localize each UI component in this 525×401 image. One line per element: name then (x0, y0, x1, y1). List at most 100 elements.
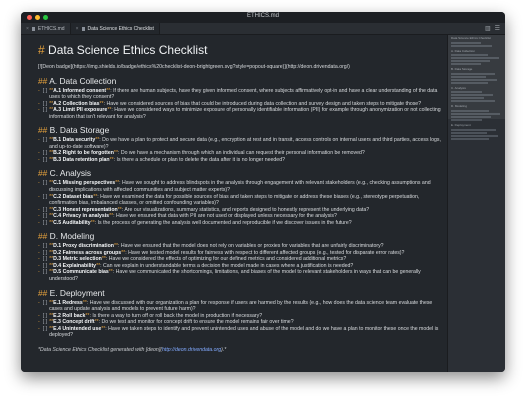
checklist-item-description: : Is there a schedule or plan to delete … (113, 156, 285, 163)
list-bullet: - (38, 325, 40, 332)
checklist-item-label: A.2 Collection bias (53, 100, 100, 107)
checklist-item-label: E.3 Concept drift (53, 319, 95, 326)
tab-label: Data Science Ethics Checklist (87, 25, 154, 32)
heading-marker: # (38, 43, 45, 57)
checklist-item-label: B.3 Data retention plan (53, 156, 110, 163)
checklist-item-label: E.1 Redress (53, 299, 83, 306)
list-bullet: - (38, 137, 40, 144)
checklist-item-text: **E.4 Unintended use**: Have we taken st… (49, 326, 443, 339)
section-heading-text: D. Modeling (49, 231, 95, 242)
list-bullet: - (38, 219, 40, 226)
checklist-item-description: : Have we examined the data for possible… (49, 193, 420, 207)
checklist-item-description: : Is there a way to turn off or roll bac… (89, 312, 263, 319)
checklist-item-label: E.2 Roll back (53, 312, 86, 319)
checklist-item-description: : Have we considered the effects of opti… (105, 256, 347, 263)
checklist-item[interactable]: -[ ] **C.5 Auditability**: Is the process… (38, 220, 443, 227)
minimap-viewport[interactable] (448, 35, 505, 119)
checklist-item[interactable]: -[ ] **C.1 Missing perspectives**: Have w… (38, 180, 443, 193)
list-bullet: - (38, 193, 40, 200)
list-bullet: - (38, 180, 40, 187)
list-bullet: - (38, 299, 40, 306)
checklist-item-description: : Do we test and monitor for concept dri… (98, 319, 294, 326)
outline-minimap[interactable]: Data Science Ethics Checklist A. Data Col… (447, 35, 505, 372)
checkbox-marker[interactable]: [ ] (43, 180, 47, 193)
checklist-item[interactable]: -[ ] **A.3 Limit PII exposure**: Have we … (38, 107, 443, 120)
checklist-item[interactable]: -[ ] **B.3 Data retention plan**: Is ther… (38, 157, 443, 164)
checklist-item-text: **C.1 Missing perspectives**: Have we so… (49, 180, 443, 193)
checkbox-marker[interactable]: [ ] (43, 137, 47, 150)
checklist-item-description: : Do we have a plan to protect and secur… (49, 137, 441, 150)
checklist-item-text: **C.2 Dataset bias**: Have we examined t… (49, 194, 443, 207)
footer-link[interactable]: http://deon.drivendata.org (162, 347, 221, 353)
checklist-item[interactable]: -[ ] **E.1 Redress**: Have we discussed w… (38, 300, 443, 313)
list-bullet: - (38, 107, 40, 114)
checklist-item-text: **D.5 Communicate bias**: Have we commun… (49, 269, 443, 282)
checklist-item-label: D.1 Proxy discrimination (53, 243, 114, 250)
checklist-item-description: : Can we explain in understandable terms… (100, 262, 354, 269)
checklist-item-label: A.1 Informed consent (53, 87, 107, 94)
list-bullet: - (38, 87, 40, 94)
minimap-line (451, 134, 498, 137)
checkbox-marker[interactable]: [ ] (43, 194, 47, 207)
sections: ## A. Data Collection -[ ] **A.1 Informed … (38, 76, 443, 339)
checklist-item-description: : Are our visualizations, summary statis… (121, 206, 370, 213)
checklist-item-label: D.4 Explainability (53, 262, 97, 269)
split-view-icon[interactable]: ▥ (485, 25, 491, 32)
checklist-item[interactable]: -[ ] **D.5 Communicate bias**: Have we co… (38, 269, 443, 282)
minimap-line (451, 137, 489, 140)
checkbox-marker[interactable]: [ ] (43, 88, 47, 101)
doc-title-line: # Data Science Ethics Checklist (38, 43, 443, 58)
checklist-item[interactable]: -[ ] **E.4 Unintended use**: Have we take… (38, 326, 443, 339)
checklist-item[interactable]: -[ ] **A.1 Informed consent**: If there a… (38, 88, 443, 101)
doc-title: Data Science Ethics Checklist (48, 43, 208, 57)
checklist-item-label: B.2 Right to be forgotten (53, 150, 114, 157)
checklist-item-text: **A.3 Limit PII exposure**: Have we cons… (49, 107, 443, 120)
checklist-item-description: : Have we ensured that the model does no… (117, 243, 384, 250)
tab-bar: × ETHICS.md × Data Science Ethics Checkl… (21, 23, 505, 35)
editor-window: ETHICS.md × ETHICS.md × Data Science Eth… (21, 12, 505, 372)
footer-pre: *Data Science Ethics Checklist generated… (38, 346, 162, 353)
toolbar-right: ▥ ☰ (485, 25, 500, 32)
checklist-item-text: **A.1 Informed consent**: If there are h… (49, 88, 443, 101)
tab-checklist[interactable]: × Data Science Ethics Checklist (70, 23, 160, 34)
checklist-item-description: : Is the process of generating the analy… (94, 219, 352, 226)
checkbox-marker[interactable]: [ ] (43, 107, 47, 120)
checklist-item-label: D.3 Metric selection (53, 256, 102, 263)
file-icon (31, 26, 35, 31)
footer-line: *Data Science Ethics Checklist generated… (38, 347, 443, 354)
checkbox-marker[interactable]: [ ] (43, 300, 47, 313)
checklist-item-label: B.1 Data security (53, 137, 96, 144)
minimap-outline-item[interactable]: E. Deployment (448, 122, 505, 128)
checklist-item-description: : Have we taken steps to identify and pr… (49, 325, 439, 339)
deon-badge-line: [![Deon badge](https://img.shields.io/ba… (38, 64, 350, 70)
close-icon[interactable]: × (26, 26, 29, 32)
checklist-item[interactable]: -[ ] **B.1 Data security**: Do we have a … (38, 137, 443, 150)
heading-marker: ## (38, 75, 48, 86)
checkbox-marker[interactable]: [ ] (43, 326, 47, 339)
window-title: ETHICS.md (246, 13, 279, 19)
close-icon[interactable]: × (76, 26, 79, 32)
checklist-item-label: C.2 Dataset bias (53, 193, 94, 200)
checklist-item-description: : Have we discussed with our organizatio… (49, 299, 433, 313)
checklist-item-text: **E.1 Redress**: Have we discussed with … (49, 300, 443, 313)
title-bar: ETHICS.md (21, 12, 505, 23)
checklist-item-label: D.2 Fairness across groups (53, 249, 122, 256)
document-content[interactable]: # Data Science Ethics Checklist [![Deon … (38, 40, 443, 353)
checklist-item[interactable]: -[ ] **C.2 Dataset bias**: Have we examin… (38, 194, 443, 207)
checkbox-marker[interactable]: [ ] (43, 157, 47, 164)
tab-ethics-md[interactable]: × ETHICS.md (21, 23, 71, 34)
section-heading: ## E. Deployment (38, 288, 443, 298)
gutter (21, 35, 37, 372)
checklist-item-label: A.3 Limit PII exposure (53, 107, 108, 114)
menu-icon[interactable]: ☰ (495, 25, 500, 32)
section-heading-text: A. Data Collection (49, 75, 117, 86)
editor-pane[interactable]: # Data Science Ethics Checklist [![Deon … (21, 35, 447, 372)
file-icon (81, 26, 85, 31)
heading-marker: ## (38, 125, 48, 136)
checkbox-marker[interactable]: [ ] (43, 269, 47, 282)
heading-marker: ## (38, 168, 48, 179)
list-bullet: - (38, 156, 40, 163)
checkbox-marker[interactable]: [ ] (43, 220, 47, 227)
checklist-item-description: : Do we have a mechanism through which a… (117, 150, 365, 157)
checklist-item-description: : Have we ensured that data with PII are… (113, 213, 337, 220)
